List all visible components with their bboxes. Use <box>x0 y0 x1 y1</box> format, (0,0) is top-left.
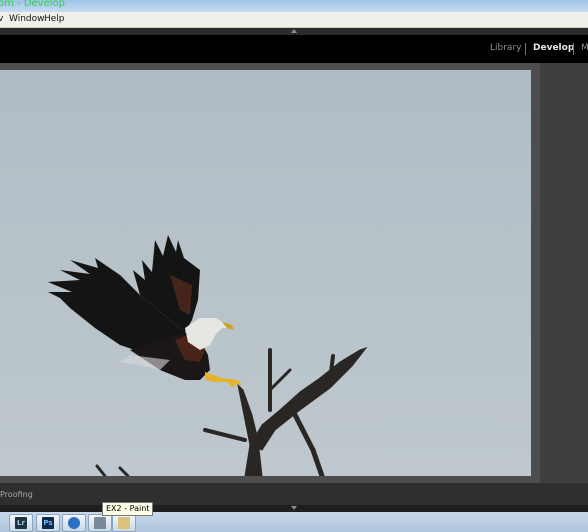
taskbar-tooltip: EX2 - Paint <box>102 502 154 516</box>
module-library[interactable]: Library <box>490 43 521 53</box>
menu-item-window[interactable]: Window <box>9 14 45 24</box>
module-separator <box>525 43 526 55</box>
lightroom-icon: Lr <box>15 517 27 529</box>
browser-icon <box>68 517 80 529</box>
windows-taskbar: Lr Ps <box>0 512 588 532</box>
bird-on-branch-image <box>48 235 368 476</box>
window-title-bar: om - Develop <box>0 0 588 12</box>
module-map[interactable]: M <box>581 43 588 53</box>
filmstrip-toggle[interactable] <box>0 505 588 512</box>
develop-toolbar: Proofing <box>0 483 588 505</box>
collapse-down-icon <box>291 506 297 510</box>
taskbar-photoshop-button[interactable]: Ps <box>36 514 60 532</box>
menu-bar: v Window Help <box>0 12 588 28</box>
photoshop-icon: Ps <box>42 517 54 529</box>
module-picker: Library Develop M <box>0 35 588 63</box>
right-side-panel <box>540 63 588 483</box>
collapse-up-icon <box>291 29 297 33</box>
taskbar-browser-button[interactable] <box>62 514 86 532</box>
tool-icon <box>94 517 106 529</box>
taskbar-paint-button[interactable] <box>112 514 136 532</box>
paint-icon <box>118 517 130 529</box>
module-develop[interactable]: Develop <box>533 43 574 53</box>
photo-preview[interactable] <box>0 70 531 476</box>
menu-item-help[interactable]: Help <box>44 14 65 24</box>
soft-proofing-label[interactable]: Proofing <box>0 490 33 499</box>
develop-workspace <box>0 63 588 483</box>
module-separator <box>573 43 574 55</box>
menu-item-view[interactable]: v <box>0 14 3 24</box>
window-title: om - Develop <box>0 0 65 9</box>
top-panel-toggle[interactable] <box>0 28 588 35</box>
taskbar-lightroom-button[interactable]: Lr <box>9 514 33 532</box>
taskbar-tool-button[interactable] <box>88 514 112 532</box>
